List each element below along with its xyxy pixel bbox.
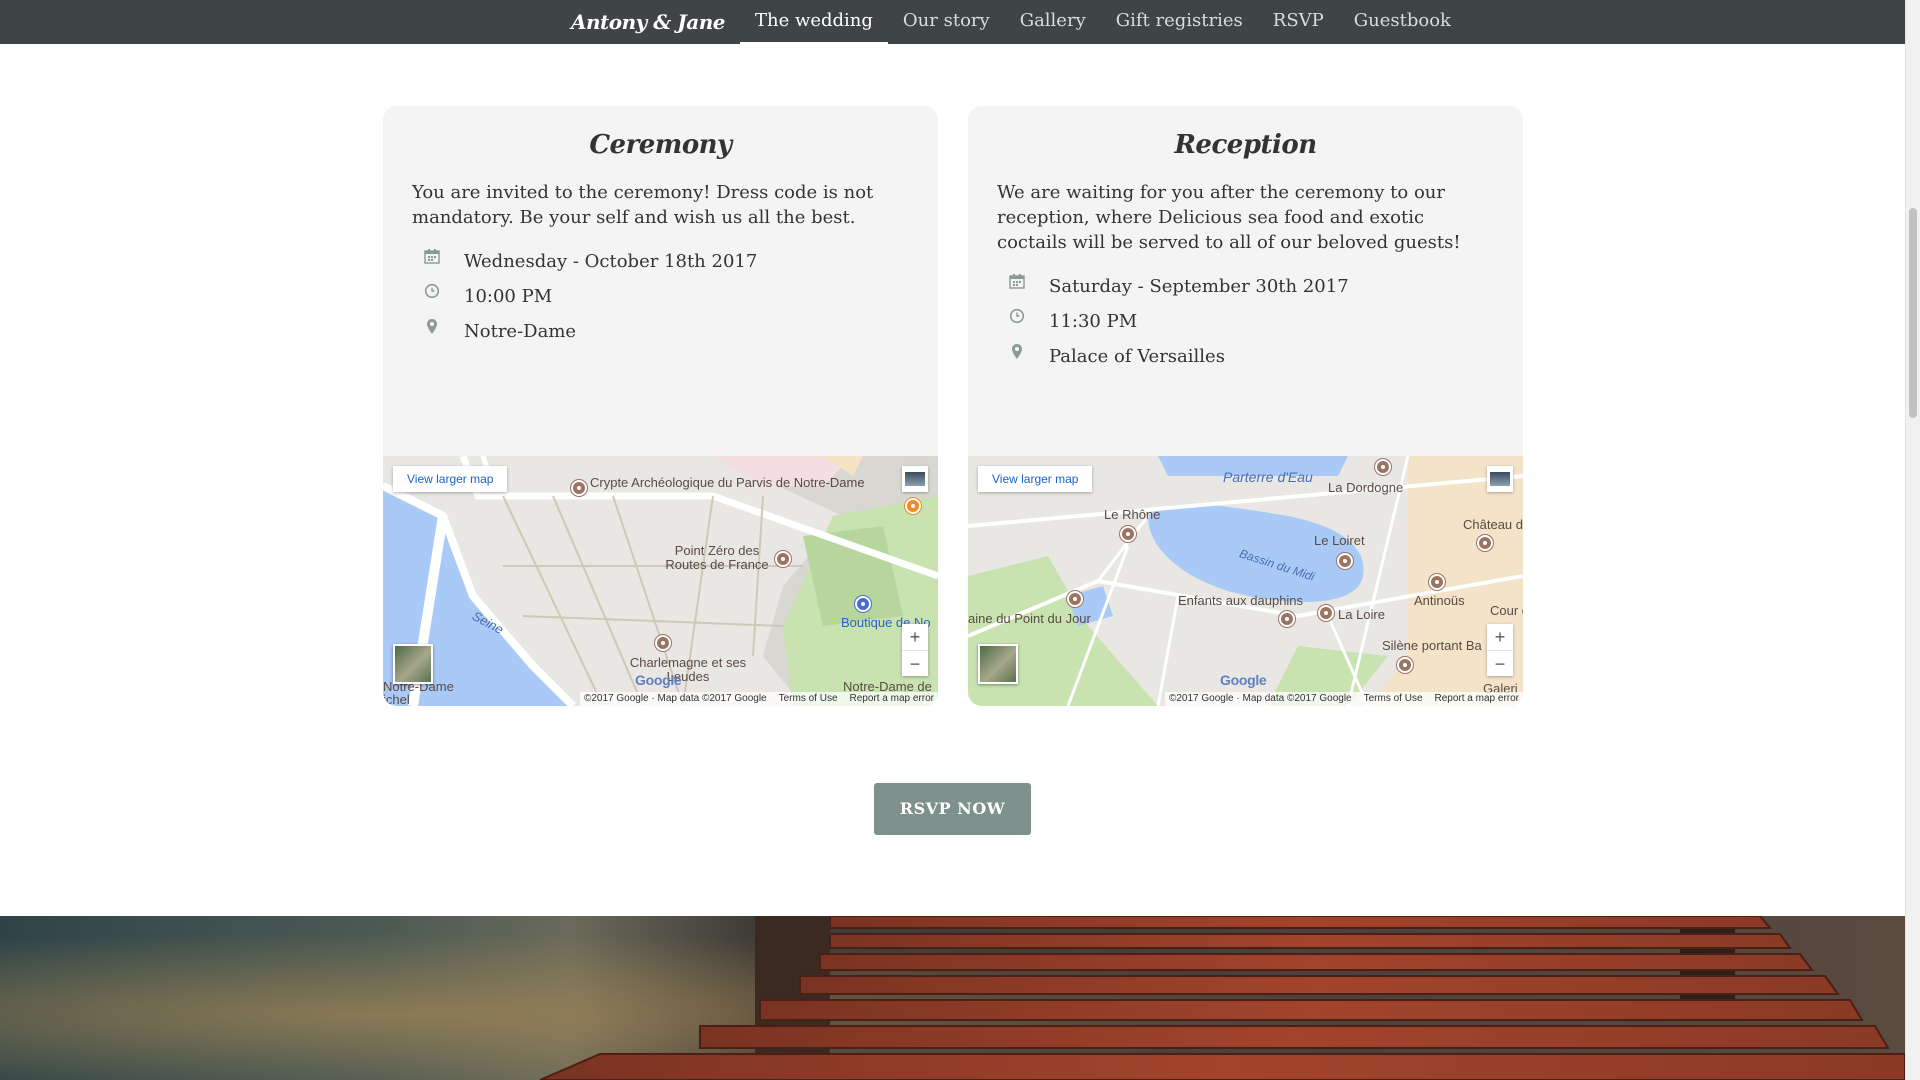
reception-title: Reception [1174, 130, 1317, 160]
scrollbar-thumb[interactable] [1909, 208, 1917, 418]
zoom-in-button[interactable]: + [902, 624, 928, 650]
poi-loiret[interactable] [1337, 553, 1353, 569]
map-footer: ©2017 Google · Map data ©2017 Google Ter… [579, 692, 938, 706]
map-report-link[interactable]: Report a map error [850, 692, 934, 706]
map-zoom-control: + − [902, 624, 928, 676]
map-label-enfants: Enfants aux dauphins [1178, 593, 1304, 608]
google-logo: Google [635, 672, 682, 688]
map-report-link[interactable]: Report a map error [1435, 692, 1519, 706]
view-larger-map-link[interactable]: View larger map [393, 466, 508, 492]
map-label-silene: Silène portant Ba [1382, 638, 1482, 653]
reception-date-row: Saturday - September 30th 2017 [1009, 269, 1523, 304]
ceremony-time-row: 10:00 PM [424, 279, 938, 314]
reception-location-row: Palace of Versailles [1009, 339, 1523, 374]
poi-point-zero[interactable] [775, 551, 791, 567]
dock-illustration [0, 916, 1905, 1080]
ceremony-title: Ceremony [589, 130, 732, 160]
ceremony-description: You are invited to the ceremony! Dress c… [412, 182, 874, 228]
clock-icon [424, 279, 464, 314]
map-fullscreen-button[interactable] [1487, 466, 1513, 492]
map-copyright: ©2017 Google · Map data ©2017 Google [1168, 693, 1352, 704]
poi-silene[interactable] [1397, 657, 1413, 673]
poi-dordogne[interactable] [1375, 459, 1391, 475]
nav-menu: Antony & Jane The wedding Our story Gall… [556, 0, 1466, 44]
poi-boutique[interactable] [855, 596, 871, 612]
reception-card: Reception We are waiting for you after t… [968, 106, 1523, 706]
page-scrollbar[interactable] [1905, 0, 1920, 1080]
map-label-antinous: Antinoüs [1414, 593, 1465, 608]
satellite-toggle-button[interactable] [978, 644, 1018, 684]
ceremony-card: Ceremony You are invited to the ceremony… [383, 106, 938, 706]
poi-charlemagne[interactable] [655, 635, 671, 651]
map-zoom-control: + − [1487, 624, 1513, 676]
map-label-point-du-jour: aine du Point du Jour [968, 611, 1091, 626]
poi-antinous[interactable] [1429, 574, 1445, 590]
nav-item-guestbook[interactable]: Guestbook [1339, 0, 1466, 44]
poi-restaurant[interactable] [905, 498, 921, 514]
reception-map[interactable]: Parterre d'Eau La Dordogne Le Rhône Le L… [968, 456, 1523, 706]
reception-details: Saturday - September 30th 2017 11:30 PM … [1009, 269, 1523, 374]
ceremony-time: 10:00 PM [464, 286, 553, 307]
ceremony-location-row: Notre-Dame [424, 314, 938, 349]
poi-chateau[interactable] [1477, 535, 1493, 551]
nav-item-the-wedding[interactable]: The wedding [739, 0, 888, 44]
map-label-rhone: Le Rhône [1104, 507, 1161, 522]
poi-loire[interactable] [1318, 605, 1334, 621]
map-terms-link[interactable]: Terms of Use [779, 692, 838, 706]
map-label-cour: Cour d [1490, 603, 1523, 618]
reception-date: Saturday - September 30th 2017 [1049, 276, 1349, 297]
zoom-out-button[interactable]: − [902, 650, 928, 676]
dock-photo [0, 916, 1905, 1080]
nav-item-gallery[interactable]: Gallery [1005, 0, 1101, 44]
map-terms-link[interactable]: Terms of Use [1364, 692, 1423, 706]
map-label-loiret: Le Loiret [1314, 533, 1365, 548]
calendar-icon [1009, 269, 1049, 304]
clock-icon [1009, 304, 1049, 339]
nav-item-gift-registries[interactable]: Gift registries [1101, 0, 1258, 44]
navbar: Antony & Jane The wedding Our story Gall… [0, 0, 1905, 44]
map-copyright: ©2017 Google · Map data ©2017 Google [583, 693, 767, 704]
map-label-michel: ichel [383, 692, 410, 707]
google-logo: Google [1220, 672, 1267, 688]
map-pin-icon [424, 314, 464, 349]
poi-rhone[interactable] [1120, 526, 1136, 542]
satellite-toggle-button[interactable] [393, 644, 433, 684]
poi-crypte[interactable] [571, 480, 587, 496]
calendar-icon [424, 244, 464, 279]
map-fullscreen-button[interactable] [902, 466, 928, 492]
zoom-in-button[interactable]: + [1487, 624, 1513, 650]
nav-item-rsvp[interactable]: RSVP [1258, 0, 1339, 44]
rsvp-now-button[interactable]: RSVP NOW [874, 783, 1031, 835]
poi-point-du-jour[interactable] [1067, 591, 1083, 607]
map-pin-icon [1009, 339, 1049, 374]
map-label-parterre: Parterre d'Eau [1223, 469, 1313, 485]
map-label-point-zero: Point Zéro des Routes de France [665, 543, 769, 572]
map-label-dordogne: La Dordogne [1328, 480, 1404, 495]
map-label-chateau: Château d [1463, 517, 1523, 532]
reception-description: We are waiting for you after the ceremon… [997, 182, 1461, 253]
reception-location: Palace of Versailles [1049, 346, 1225, 367]
map-label-loire: La Loire [1338, 607, 1385, 622]
reception-time-row: 11:30 PM [1009, 304, 1523, 339]
ceremony-location: Notre-Dame [464, 321, 577, 342]
reception-time: 11:30 PM [1049, 311, 1138, 332]
brand-logo[interactable]: Antony & Jane [556, 0, 740, 44]
view-larger-map-link[interactable]: View larger map [978, 466, 1093, 492]
poi-enfants[interactable] [1279, 611, 1295, 627]
ceremony-map[interactable]: Crypte Archéologique du Parvis de Notre-… [383, 456, 938, 706]
nav-item-our-story[interactable]: Our story [888, 0, 1005, 44]
map-footer: ©2017 Google · Map data ©2017 Google Ter… [1164, 692, 1523, 706]
ceremony-date-row: Wednesday - October 18th 2017 [424, 244, 938, 279]
zoom-out-button[interactable]: − [1487, 650, 1513, 676]
ceremony-date: Wednesday - October 18th 2017 [464, 251, 758, 272]
map-label-crypte: Crypte Archéologique du Parvis de Notre-… [590, 475, 865, 490]
ceremony-details: Wednesday - October 18th 2017 10:00 PM N… [424, 244, 938, 349]
